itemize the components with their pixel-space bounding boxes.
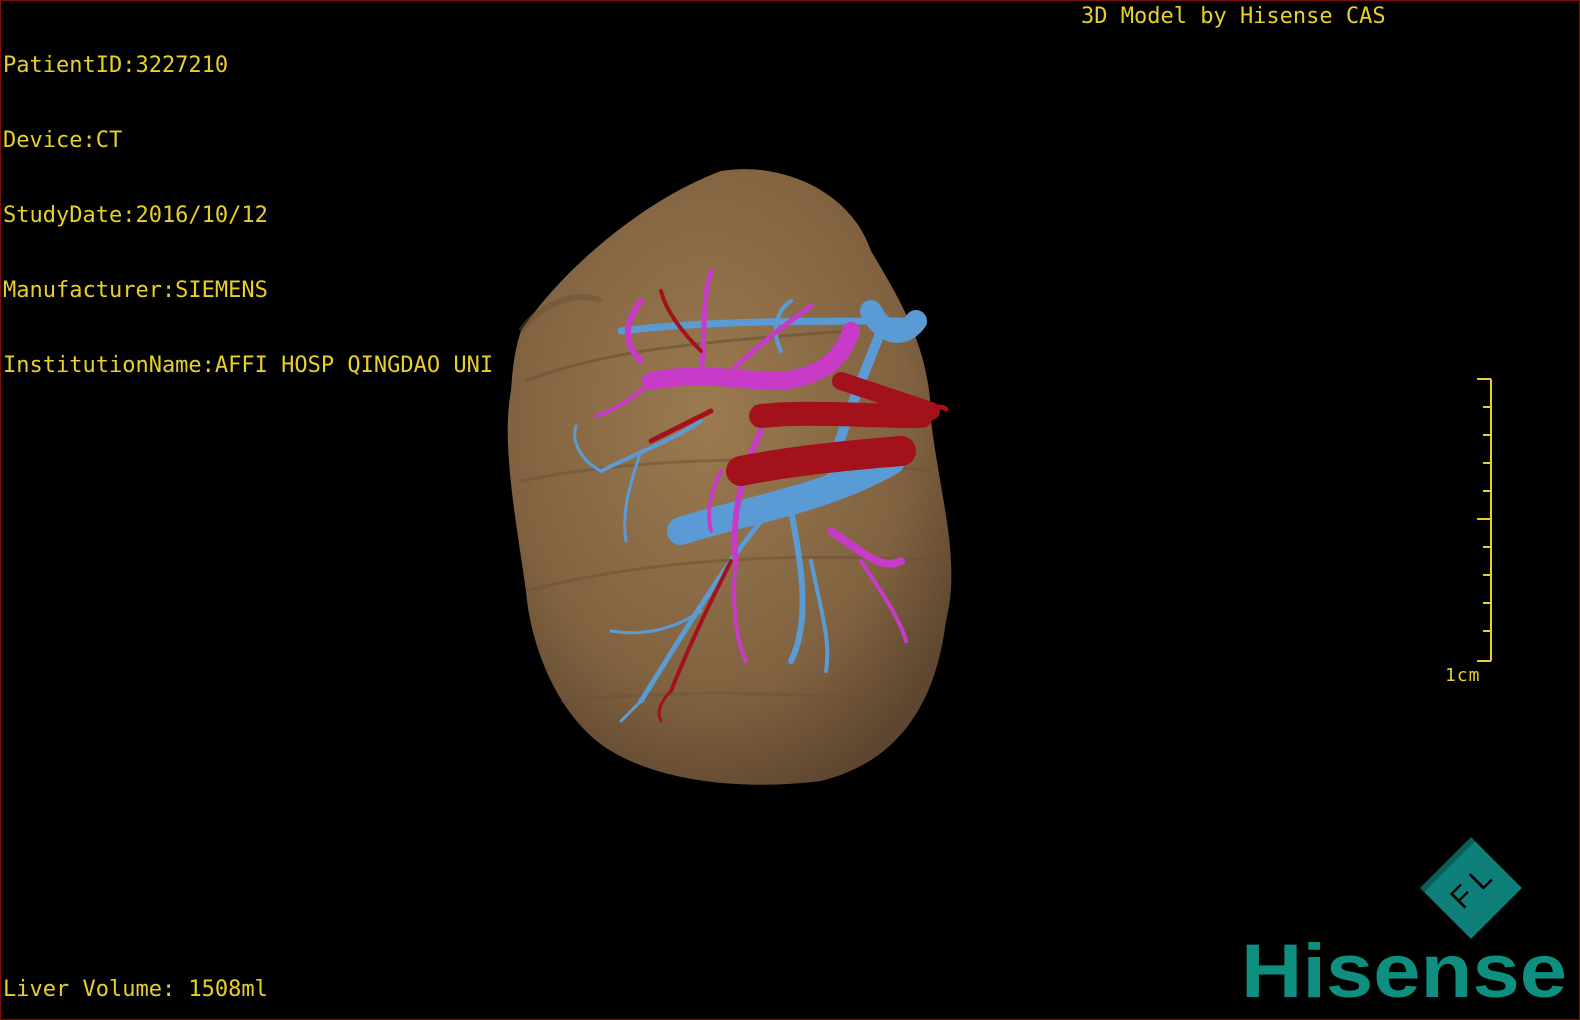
model-title: 3D Model by Hisense CAS: [1081, 4, 1386, 29]
scale-bar: [1477, 378, 1492, 662]
hisense-logo-text: Hisense: [1241, 931, 1567, 1011]
liver-volume: Liver Volume: 1508ml: [3, 977, 268, 1002]
manufacturer: Manufacturer:SIEMENS: [3, 278, 268, 303]
hisense-logo: Hisense: [1241, 931, 1567, 1011]
3d-viewport[interactable]: PatientID:3227210 Device:CT StudyDate:20…: [0, 0, 1580, 1020]
scale-bar-label: 1cm: [1445, 665, 1481, 686]
device: Device:CT: [3, 128, 123, 153]
orientation-cube[interactable]: F L: [1416, 833, 1526, 943]
study-date: StudyDate:2016/10/12: [3, 203, 268, 228]
patient-id: PatientID:3227210: [3, 53, 229, 78]
institution-name: InstitutionName:AFFI HOSP QINGDAO UNI: [3, 353, 494, 378]
study-info-overlay: PatientID:3227210 Device:CT StudyDate:20…: [3, 3, 493, 428]
